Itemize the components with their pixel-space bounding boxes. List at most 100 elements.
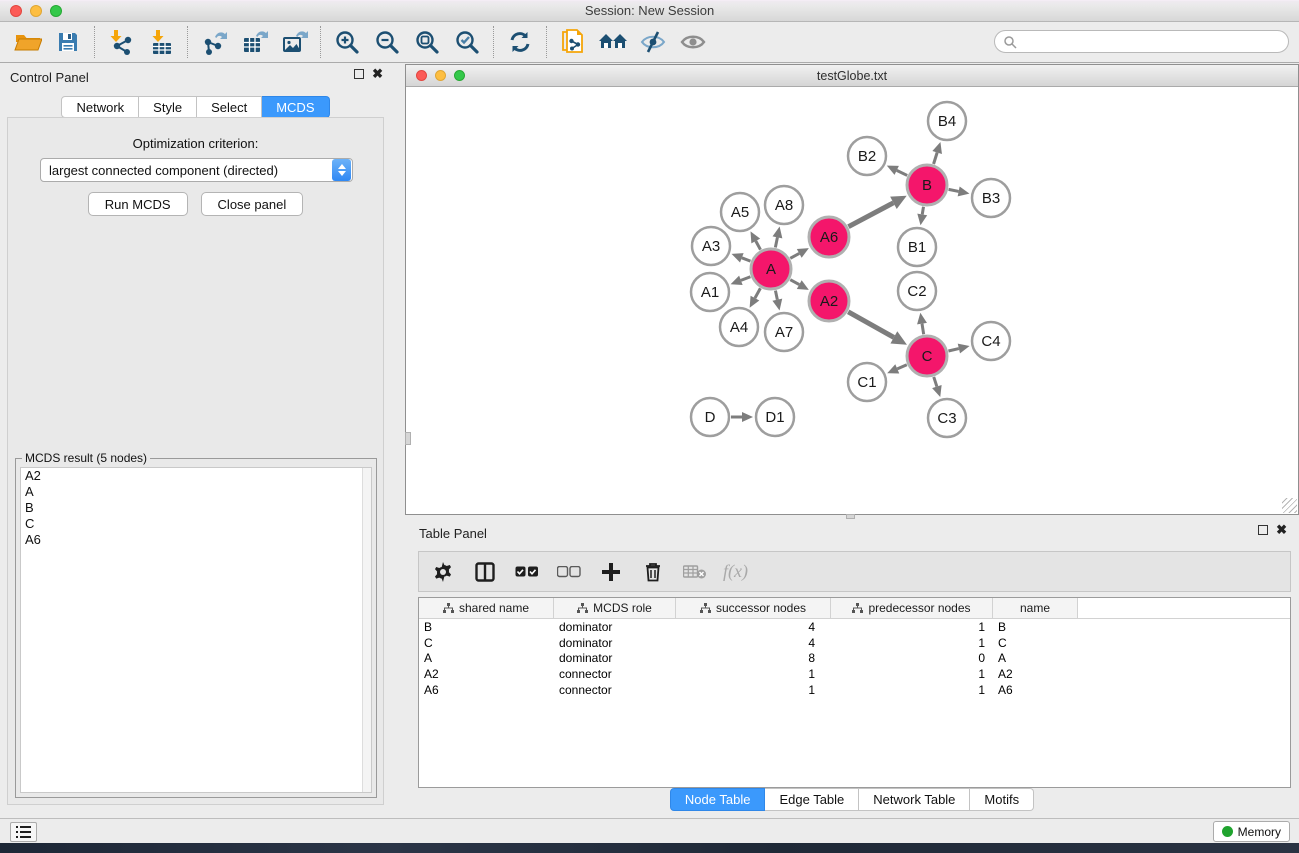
mcds-result-item[interactable]: A6 bbox=[21, 532, 371, 548]
export-network-button[interactable] bbox=[194, 25, 234, 59]
edge-C-C1[interactable] bbox=[897, 365, 907, 369]
table-row[interactable]: A2connector11A2 bbox=[419, 666, 1290, 682]
column-header-successor-nodes[interactable]: successor nodes bbox=[676, 598, 831, 618]
export-image-button[interactable] bbox=[274, 25, 314, 59]
edge-A2-C[interactable] bbox=[848, 312, 894, 338]
cell-shared-name[interactable]: A6 bbox=[419, 682, 554, 698]
table-tab-edge-table[interactable]: Edge Table bbox=[765, 788, 859, 811]
tab-mcds[interactable]: MCDS bbox=[262, 96, 329, 118]
cell-successor-nodes[interactable]: 4 bbox=[676, 635, 831, 651]
edge-A6-B[interactable] bbox=[848, 203, 893, 227]
zoom-fit-button[interactable] bbox=[407, 25, 447, 59]
task-history-button[interactable] bbox=[10, 822, 37, 842]
node-C[interactable]: C bbox=[907, 336, 947, 376]
float-panel-icon[interactable] bbox=[354, 69, 364, 79]
cell-name[interactable]: A2 bbox=[993, 666, 1078, 682]
column-header-name[interactable]: name bbox=[993, 598, 1078, 618]
show-columns-button[interactable] bbox=[471, 557, 499, 587]
cell-shared-name[interactable]: A2 bbox=[419, 666, 554, 682]
tab-select[interactable]: Select bbox=[197, 96, 262, 118]
cell-name[interactable]: A6 bbox=[993, 682, 1078, 698]
cell-MCDS-role[interactable]: dominator bbox=[554, 651, 676, 667]
edge-A-A4[interactable] bbox=[755, 288, 760, 298]
node-D[interactable]: D bbox=[691, 398, 729, 436]
node-C4[interactable]: C4 bbox=[972, 322, 1010, 360]
table-tab-motifs[interactable]: Motifs bbox=[970, 788, 1034, 811]
node-B3[interactable]: B3 bbox=[972, 179, 1010, 217]
cell-name[interactable]: C bbox=[993, 635, 1078, 651]
table-row[interactable]: Adominator80A bbox=[419, 651, 1290, 667]
edge-A-A6[interactable] bbox=[790, 253, 799, 258]
cell-predecessor-nodes[interactable]: 0 bbox=[831, 651, 993, 667]
select-all-checkboxes-button[interactable] bbox=[513, 557, 541, 587]
edge-A-A2[interactable] bbox=[790, 280, 799, 285]
cell-name[interactable]: B bbox=[993, 619, 1078, 635]
open-file-button[interactable] bbox=[8, 25, 48, 59]
close-panel-button[interactable]: Close panel bbox=[201, 192, 304, 216]
column-header-MCDS-role[interactable]: MCDS role bbox=[554, 598, 676, 618]
new-network-from-selection-button[interactable] bbox=[553, 25, 593, 59]
cell-shared-name[interactable]: A bbox=[419, 651, 554, 667]
mcds-result-item[interactable]: C bbox=[21, 516, 371, 532]
hide-graphics-details-button[interactable] bbox=[633, 25, 673, 59]
node-B1[interactable]: B1 bbox=[898, 228, 936, 266]
vertical-scrollbar-nub[interactable] bbox=[405, 432, 411, 445]
export-table-button[interactable] bbox=[234, 25, 274, 59]
edge-C-C3[interactable] bbox=[934, 377, 937, 387]
refresh-view-button[interactable] bbox=[500, 25, 540, 59]
close-panel-icon[interactable]: ✖ bbox=[372, 69, 383, 79]
edge-A-A3[interactable] bbox=[742, 258, 751, 261]
network-canvas[interactable]: B4B2BB3A8A5A6A3B1AC2A1A2A4A7C4CC1DD1C3 bbox=[406, 87, 1298, 514]
cell-predecessor-nodes[interactable]: 1 bbox=[831, 619, 993, 635]
mcds-list-scrollbar[interactable] bbox=[362, 468, 371, 792]
node-A[interactable]: A bbox=[751, 249, 791, 289]
cell-successor-nodes[interactable]: 4 bbox=[676, 619, 831, 635]
import-network-button[interactable] bbox=[101, 25, 141, 59]
node-B4[interactable]: B4 bbox=[928, 102, 966, 140]
node-B[interactable]: B bbox=[907, 165, 947, 205]
close-table-panel-icon[interactable]: ✖ bbox=[1276, 525, 1287, 535]
table-tab-node-table[interactable]: Node Table bbox=[670, 788, 766, 811]
cell-predecessor-nodes[interactable]: 1 bbox=[831, 666, 993, 682]
edge-B-B3[interactable] bbox=[949, 189, 959, 191]
tab-style[interactable]: Style bbox=[139, 96, 197, 118]
cell-MCDS-role[interactable]: connector bbox=[554, 666, 676, 682]
node-A8[interactable]: A8 bbox=[765, 186, 803, 224]
node-A3[interactable]: A3 bbox=[692, 227, 730, 265]
add-column-button[interactable] bbox=[597, 557, 625, 587]
node-A5[interactable]: A5 bbox=[721, 193, 759, 231]
deselect-all-checkboxes-button[interactable] bbox=[555, 557, 583, 587]
float-table-panel-icon[interactable] bbox=[1258, 525, 1268, 535]
node-C1[interactable]: C1 bbox=[848, 363, 886, 401]
edge-A-A8[interactable] bbox=[775, 237, 777, 247]
network-graph[interactable]: B4B2BB3A8A5A6A3B1AC2A1A2A4A7C4CC1DD1C3 bbox=[406, 87, 1298, 514]
edge-A-A5[interactable] bbox=[756, 241, 761, 250]
search-input[interactable] bbox=[1017, 35, 1288, 49]
mcds-result-item[interactable]: A2 bbox=[21, 468, 371, 484]
cell-MCDS-role[interactable]: connector bbox=[554, 682, 676, 698]
zoom-in-button[interactable] bbox=[327, 25, 367, 59]
zoom-selected-button[interactable] bbox=[447, 25, 487, 59]
network-window-title-bar[interactable]: testGlobe.txt bbox=[406, 65, 1298, 87]
search-field[interactable] bbox=[994, 30, 1289, 53]
tab-network[interactable]: Network bbox=[61, 96, 139, 118]
node-A1[interactable]: A1 bbox=[691, 273, 729, 311]
edge-B-B1[interactable] bbox=[922, 207, 923, 215]
cell-name[interactable]: A bbox=[993, 651, 1078, 667]
node-table[interactable]: shared nameMCDS rolesuccessor nodesprede… bbox=[418, 597, 1291, 788]
node-A2[interactable]: A2 bbox=[809, 281, 849, 321]
column-header-shared-name[interactable]: shared name bbox=[419, 598, 554, 618]
table-row[interactable]: Bdominator41B bbox=[419, 619, 1290, 635]
edge-C-C4[interactable] bbox=[948, 349, 958, 351]
node-B2[interactable]: B2 bbox=[848, 137, 886, 175]
table-tab-network-table[interactable]: Network Table bbox=[859, 788, 970, 811]
cell-shared-name[interactable]: B bbox=[419, 619, 554, 635]
cell-MCDS-role[interactable]: dominator bbox=[554, 619, 676, 635]
cell-successor-nodes[interactable]: 1 bbox=[676, 682, 831, 698]
column-header-predecessor-nodes[interactable]: predecessor nodes bbox=[831, 598, 993, 618]
node-A6[interactable]: A6 bbox=[809, 217, 849, 257]
delete-column-button[interactable] bbox=[639, 557, 667, 587]
cell-successor-nodes[interactable]: 8 bbox=[676, 651, 831, 667]
home-button[interactable] bbox=[593, 25, 633, 59]
table-row[interactable]: Cdominator41C bbox=[419, 635, 1290, 651]
